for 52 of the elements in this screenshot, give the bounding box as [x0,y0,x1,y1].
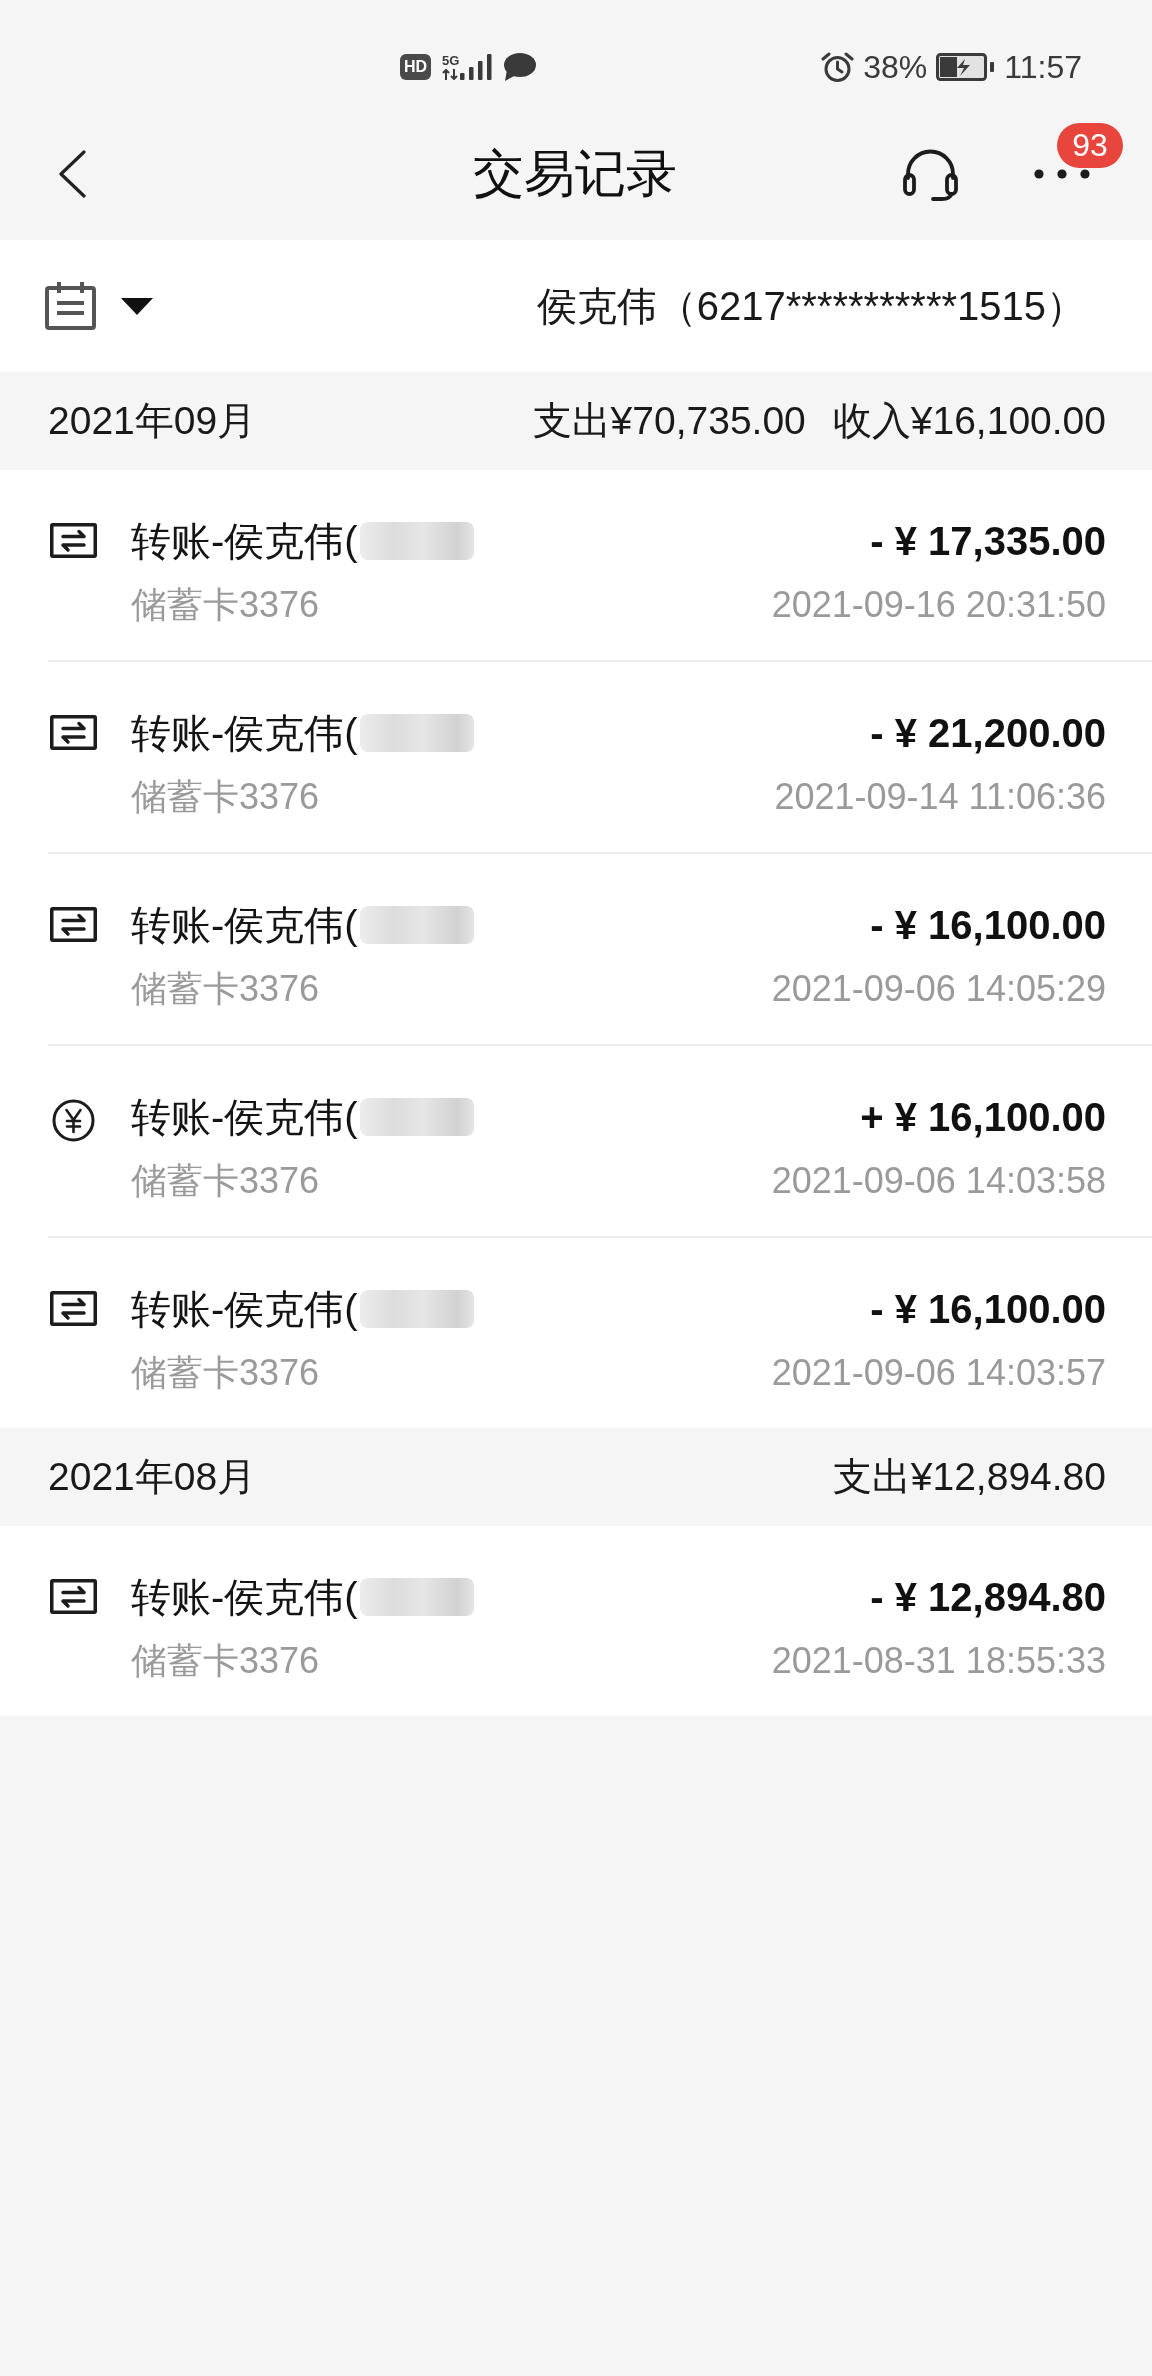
transaction-time: 2021-08-31 18:55:33 [771,1641,1106,1681]
card-label: 储蓄卡3376 [131,777,320,817]
transaction-title: 转账-侯克伟( [131,518,358,565]
month-total: 支出¥12,894.80 [832,1454,1106,1500]
transfer-icon [50,715,97,750]
alarm-clock-icon [821,51,855,83]
card-label: 储蓄卡3376 [131,1353,320,1393]
card-label: 储蓄卡3376 [131,1161,320,1201]
transaction-amount: + ¥ 16,100.00 [860,1094,1106,1141]
headset-icon[interactable] [902,147,959,201]
battery-percent: 38% [863,49,928,85]
data-arrows-icon [442,68,458,80]
transaction-title: 转账-侯克伟( [131,1094,358,1141]
transaction-time: 2021-09-16 20:31:50 [771,585,1106,625]
transaction-amount: - ¥ 21,200.00 [870,710,1106,757]
card-label: 储蓄卡3376 [131,969,320,1009]
card-label: 储蓄卡3376 [131,1641,320,1681]
month-label: 2021年08月 [48,1454,257,1500]
transaction-title: 转账-侯克伟( [131,902,358,949]
battery-charging-icon [936,53,996,81]
network-label: 5G [442,54,460,67]
transaction-title: 转账-侯克伟( [131,710,358,757]
month-total: 收入¥16,100.00 [832,398,1106,444]
back-icon[interactable] [59,150,86,198]
transaction-title: 转账-侯克伟( [131,1574,358,1621]
signal-icon [460,54,493,80]
month-label: 2021年09月 [48,398,257,444]
status-time: 11:57 [1004,49,1082,85]
transfer-icon [50,523,97,558]
more-icon[interactable] [1034,169,1090,179]
transaction-amount: - ¥ 17,335.00 [870,518,1106,565]
transaction-time: 2021-09-06 14:03:57 [771,1353,1106,1393]
account-name: 侯克伟（6217***********1515） [536,283,1086,330]
transaction-amount: - ¥ 16,100.00 [870,1286,1106,1333]
card-label: 储蓄卡3376 [131,585,320,625]
month-total: 支出¥70,735.00 [532,398,806,444]
transfer-icon [50,1579,97,1614]
transaction-amount: - ¥ 12,894.80 [870,1574,1106,1621]
transfer-icon [50,907,97,942]
transaction-time: 2021-09-06 14:03:58 [771,1161,1106,1201]
transaction-time: 2021-09-14 11:06:36 [774,777,1106,817]
transaction-title: 转账-侯克伟( [131,1286,358,1333]
transaction-amount: - ¥ 16,100.00 [870,902,1106,949]
yen-coin-icon [52,1099,95,1142]
hd-badge: HD [400,54,431,80]
chat-bubble-icon [503,53,537,81]
transfer-icon [50,1291,97,1326]
calendar-icon[interactable] [45,282,96,330]
page-title: 交易记录 [472,144,677,204]
transaction-time: 2021-09-06 14:05:29 [771,969,1106,1009]
caret-down-icon[interactable] [121,297,153,315]
notification-badge: 93 [1057,123,1123,168]
